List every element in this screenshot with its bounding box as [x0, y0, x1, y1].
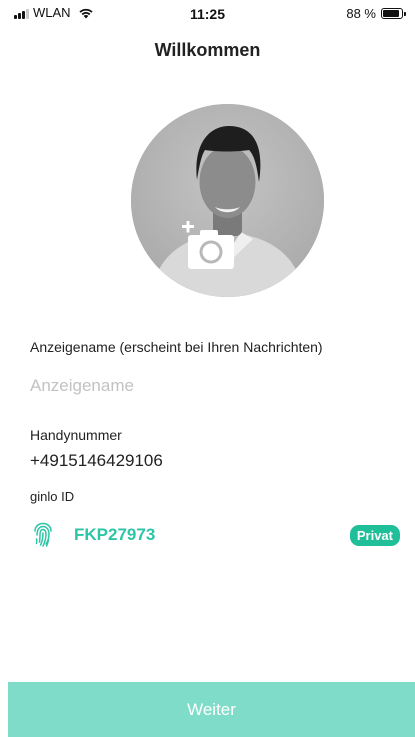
page-title: Willkommen — [154, 40, 261, 60]
ginlo-id-value: FKP27973 — [74, 525, 156, 544]
display-name-label: Anzeigename (erscheint bei Ihren Nachric… — [30, 339, 323, 355]
battery-percent: 88 % — [346, 6, 376, 21]
display-name-input[interactable] — [30, 374, 390, 398]
continue-button[interactable]: Weiter — [8, 682, 415, 737]
battery-fill — [383, 10, 399, 17]
avatar[interactable] — [131, 104, 324, 297]
privacy-badge: Privat — [349, 525, 400, 546]
status-right: 88 % — [346, 6, 406, 21]
ginlo-id-row[interactable]: FKP27973 Privat — [32, 522, 402, 550]
battery-icon — [381, 8, 406, 19]
avatar-picker[interactable] — [131, 104, 324, 297]
status-bar: WLAN 11:25 88 % — [0, 0, 415, 26]
ginlo-id-label: ginlo ID — [30, 489, 75, 504]
phone-value: +4915146429106 — [30, 451, 163, 470]
phone-label: Handynummer — [30, 427, 122, 443]
camera-add-icon[interactable] — [182, 221, 238, 271]
fingerprint-icon — [34, 522, 52, 547]
